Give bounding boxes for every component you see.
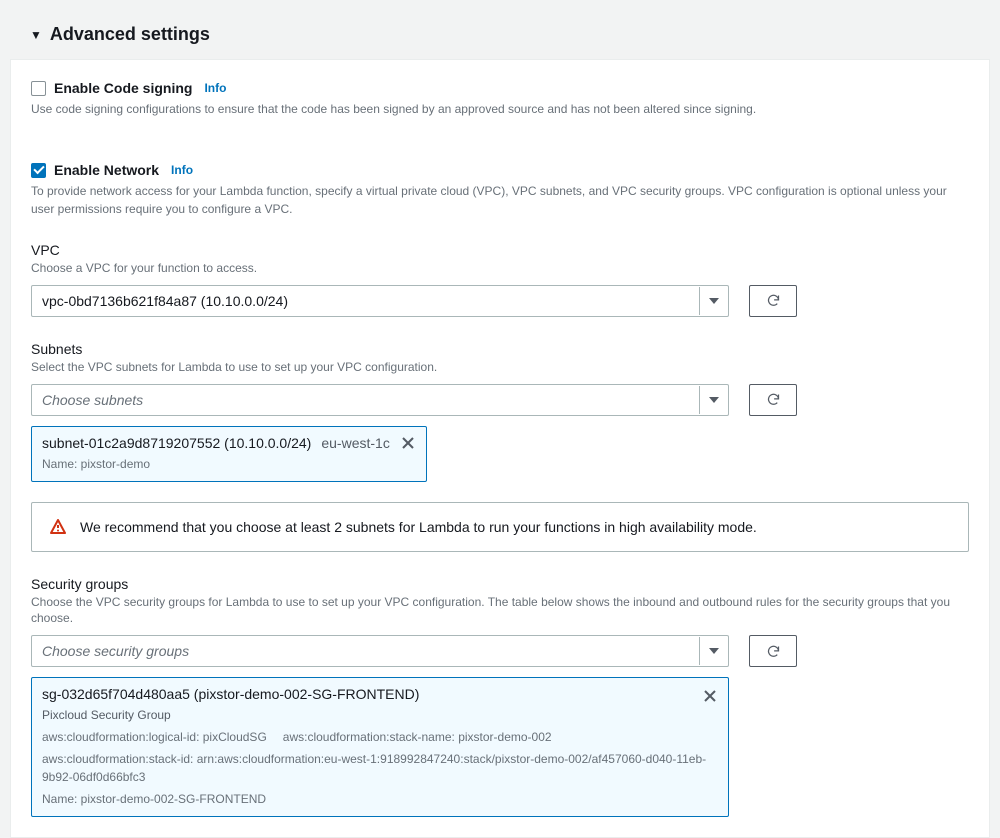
network-checkbox[interactable] xyxy=(31,163,46,178)
refresh-icon xyxy=(766,644,781,659)
code-signing-info-link[interactable]: Info xyxy=(204,81,226,95)
code-signing-description: Use code signing configurations to ensur… xyxy=(31,100,969,118)
sg-remove-button[interactable] xyxy=(702,688,718,704)
subnets-select[interactable]: Choose subnets xyxy=(31,384,729,416)
warning-icon xyxy=(50,519,66,535)
subnet-id: subnet-01c2a9d8719207552 (10.10.0.0/24) xyxy=(42,435,311,451)
advanced-settings-header[interactable]: ▼ Advanced settings xyxy=(10,10,990,59)
sg-description: Pixcloud Security Group xyxy=(42,706,718,724)
network-description: To provide network access for your Lambd… xyxy=(31,182,969,218)
code-signing-checkbox[interactable] xyxy=(31,81,46,96)
subnets-field: Subnets Select the VPC subnets for Lambd… xyxy=(31,341,969,552)
security-groups-field: Security groups Choose the VPC security … xyxy=(31,576,969,818)
close-icon xyxy=(704,690,716,702)
sg-help: Choose the VPC security groups for Lambd… xyxy=(31,594,969,628)
code-signing-label: Enable Code signing xyxy=(54,80,192,96)
sg-select[interactable]: Choose security groups xyxy=(31,635,729,667)
vpc-help: Choose a VPC for your function to access… xyxy=(31,260,969,277)
sg-tag-stack-id: aws:cloudformation:stack-id: arn:aws:clo… xyxy=(42,750,718,786)
vpc-value: vpc-0bd7136b621f84a87 (10.10.0.0/24) xyxy=(42,293,288,309)
advanced-settings-panel: Enable Code signing Info Use code signin… xyxy=(10,59,990,838)
subnet-name: Name: pixstor-demo xyxy=(42,455,416,473)
vpc-label: VPC xyxy=(31,242,969,258)
section-title: Advanced settings xyxy=(50,24,210,45)
network-block: Enable Network Info To provide network a… xyxy=(31,162,969,218)
subnet-remove-button[interactable] xyxy=(400,435,416,451)
subnet-token: subnet-01c2a9d8719207552 (10.10.0.0/24) … xyxy=(31,426,427,482)
sg-tag-stack-name: aws:cloudformation:stack-name: pixstor-d… xyxy=(283,728,552,746)
subnets-help: Select the VPC subnets for Lambda to use… xyxy=(31,359,969,376)
vpc-select[interactable]: vpc-0bd7136b621f84a87 (10.10.0.0/24) xyxy=(31,285,729,317)
sg-token: sg-032d65f704d480aa5 (pixstor-demo-002-S… xyxy=(31,677,729,817)
subnet-warning-alert: We recommend that you choose at least 2 … xyxy=(31,502,969,552)
sg-tag-name: Name: pixstor-demo-002-SG-FRONTEND xyxy=(42,790,718,808)
refresh-icon xyxy=(766,293,781,308)
subnet-warning-text: We recommend that you choose at least 2 … xyxy=(80,519,757,535)
network-label: Enable Network xyxy=(54,162,159,178)
network-info-link[interactable]: Info xyxy=(171,163,193,177)
caret-down-icon: ▼ xyxy=(30,28,42,42)
subnet-region: eu-west-1c xyxy=(321,435,389,451)
sg-label: Security groups xyxy=(31,576,969,592)
subnets-placeholder: Choose subnets xyxy=(42,392,143,408)
vpc-field: VPC Choose a VPC for your function to ac… xyxy=(31,242,969,317)
subnets-label: Subnets xyxy=(31,341,969,357)
refresh-icon xyxy=(766,392,781,407)
subnets-refresh-button[interactable] xyxy=(749,384,797,416)
sg-tag-logical-id: aws:cloudformation:logical-id: pixCloudS… xyxy=(42,728,267,746)
vpc-refresh-button[interactable] xyxy=(749,285,797,317)
close-icon xyxy=(402,437,414,449)
code-signing-block: Enable Code signing Info Use code signin… xyxy=(31,80,969,118)
sg-placeholder: Choose security groups xyxy=(42,643,189,659)
sg-refresh-button[interactable] xyxy=(749,635,797,667)
sg-id: sg-032d65f704d480aa5 (pixstor-demo-002-S… xyxy=(42,686,419,702)
